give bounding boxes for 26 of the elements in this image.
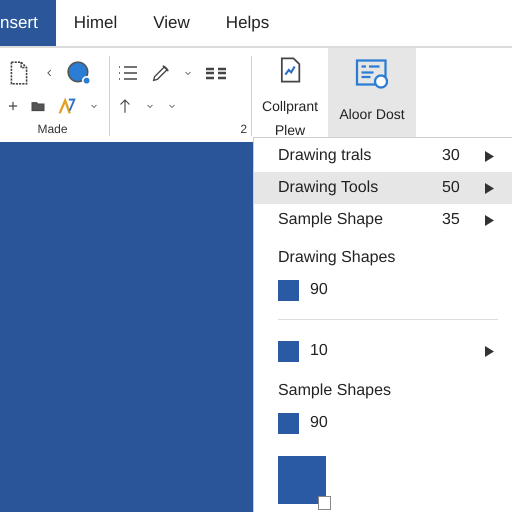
speech-bubble-icon[interactable] bbox=[66, 60, 92, 86]
color-swatch[interactable] bbox=[278, 340, 299, 362]
shape-preview[interactable] bbox=[278, 456, 326, 504]
swatch-value: 90 bbox=[310, 414, 329, 432]
submenu-arrow-icon bbox=[484, 182, 494, 194]
submenu-arrow-icon bbox=[484, 150, 494, 162]
ribbon-tab[interactable]: Helps bbox=[208, 0, 288, 46]
menu-item[interactable]: Sample Shape 35 bbox=[254, 204, 512, 236]
swatch-value: 90 bbox=[310, 281, 329, 299]
ribbon-tab[interactable]: Himel bbox=[56, 0, 136, 46]
ribbon-button[interactable]: Collprant Plew bbox=[258, 48, 322, 142]
ribbon-tab[interactable]: View bbox=[135, 0, 208, 46]
menu-item[interactable]: Drawing Tools 50 bbox=[254, 172, 512, 204]
color-swatch[interactable] bbox=[278, 280, 299, 300]
submenu-arrow-icon bbox=[484, 346, 494, 356]
group-label: 2 bbox=[240, 122, 248, 136]
plus-icon[interactable] bbox=[6, 99, 20, 113]
menu-heading: Drawing Shapes bbox=[277, 248, 396, 268]
swatch-value: 10 bbox=[310, 342, 329, 360]
submenu-arrow-icon bbox=[484, 214, 494, 226]
color-swatch[interactable] bbox=[278, 412, 299, 434]
ribbon-tab[interactable]: nsert bbox=[0, 0, 56, 46]
menu-item[interactable]: Drawing trals 30 bbox=[254, 140, 512, 172]
group-label: Made bbox=[37, 122, 69, 136]
resize-handle[interactable] bbox=[318, 496, 331, 510]
menu-heading: Sample Shapes bbox=[277, 381, 392, 401]
